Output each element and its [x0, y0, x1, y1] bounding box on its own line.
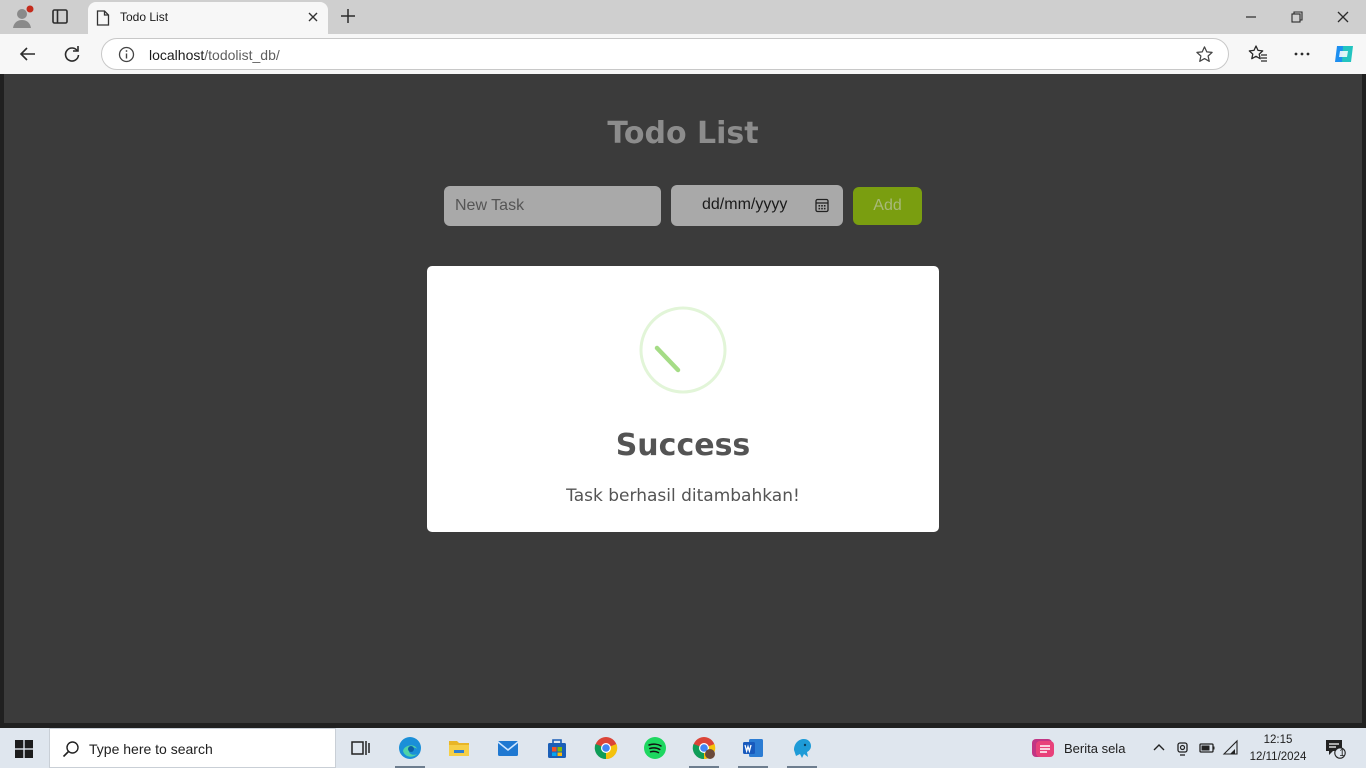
calendar-icon[interactable] [814, 197, 830, 213]
back-icon[interactable] [18, 44, 38, 64]
minimize-icon[interactable] [1242, 8, 1260, 26]
address-bar-row: localhost/todolist_db/ [0, 34, 1366, 74]
word-icon [743, 739, 763, 757]
chrome-profile-icon [692, 737, 716, 760]
notification-count: 1 [1339, 748, 1345, 759]
tab-todo-list[interactable]: Todo List [88, 2, 328, 34]
date-placeholder: dd/mm/yyyy [702, 196, 788, 213]
taskbar-store[interactable] [533, 728, 581, 768]
mail-icon [497, 741, 519, 756]
success-dialog: Success Task berhasil ditambahkan! [427, 266, 939, 532]
news-headline: Berita sela [1064, 741, 1126, 756]
copilot-icon[interactable] [1332, 42, 1356, 66]
new-task-input[interactable] [444, 186, 661, 226]
news-icon [1032, 739, 1054, 757]
restore-icon[interactable] [1288, 8, 1306, 26]
new-tab-icon[interactable] [338, 6, 358, 26]
edge-icon [399, 737, 421, 759]
add-task-button[interactable]: Add [853, 187, 922, 225]
taskbar-edge[interactable] [386, 728, 434, 768]
chevron-up-icon[interactable] [1150, 739, 1168, 757]
due-date-input[interactable]: dd/mm/yyyy [671, 185, 843, 226]
taskbar-word[interactable] [729, 728, 777, 768]
search-placeholder: Type here to search [89, 741, 213, 757]
taskbar-mail[interactable] [484, 728, 532, 768]
close-tab-icon[interactable] [306, 10, 320, 24]
battery-icon[interactable] [1198, 739, 1216, 757]
taskbar-mysql-workbench[interactable] [778, 728, 826, 768]
folder-icon [449, 741, 469, 756]
url-field[interactable]: localhost/todolist_db/ [101, 38, 1229, 70]
store-icon [548, 739, 566, 758]
page-title: Todo List [607, 116, 759, 151]
taskbar-chrome[interactable] [582, 728, 630, 768]
system-clock[interactable]: 12:15 12/11/2024 [1246, 732, 1310, 766]
chrome-icon [594, 737, 618, 760]
more-options-icon[interactable] [1292, 44, 1312, 64]
browser-tab-bar: Todo List [0, 0, 1366, 34]
search-icon [62, 741, 79, 758]
close-window-icon[interactable] [1334, 8, 1352, 26]
wifi-icon[interactable] [1222, 739, 1240, 757]
taskbar: Type here to search Berita sela 12:15 12… [0, 728, 1366, 768]
windows-start-icon[interactable] [15, 740, 33, 758]
dialog-message: Task berhasil ditambahkan! [566, 486, 800, 506]
profile-icon[interactable] [10, 5, 34, 29]
taskbar-chrome-profile[interactable] [680, 728, 728, 768]
success-check-icon [639, 306, 727, 394]
refresh-icon[interactable] [62, 44, 82, 64]
task-view-icon [351, 741, 370, 755]
taskbar-spotify[interactable] [631, 728, 679, 768]
favorites-icon[interactable] [1248, 44, 1268, 64]
spotify-icon [644, 737, 666, 759]
meet-now-icon[interactable] [1174, 739, 1192, 757]
tab-title: Todo List [120, 10, 169, 24]
taskbar-file-explorer[interactable] [435, 728, 483, 768]
clock-time: 12:15 [1263, 734, 1293, 746]
page-viewport: Todo List dd/mm/yyyy Add Success Task be… [4, 74, 1362, 723]
tab-actions-icon[interactable] [50, 8, 70, 26]
url-text: localhost/todolist_db/ [149, 47, 280, 63]
database-dolphin-icon [794, 739, 811, 758]
task-view-button[interactable] [336, 728, 384, 768]
favorite-star-icon[interactable] [1195, 45, 1214, 64]
site-info-icon[interactable] [118, 46, 135, 63]
dialog-title: Success [615, 428, 751, 463]
taskbar-search[interactable]: Type here to search [49, 728, 336, 768]
page-icon [96, 10, 110, 26]
clock-date: 12/11/2024 [1249, 751, 1307, 763]
